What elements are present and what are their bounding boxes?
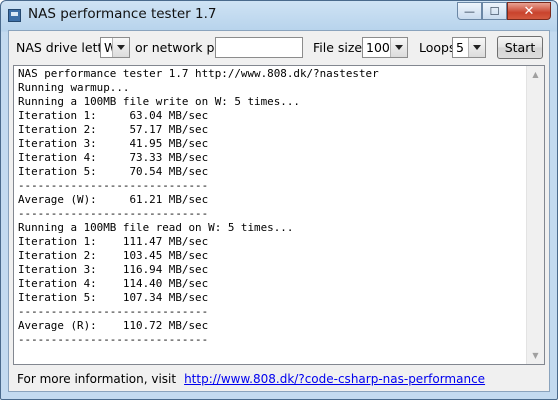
log-line: Average (W): 61.21 MB/sec — [18, 193, 209, 206]
client-area: NAS drive letter W or network path File … — [8, 30, 550, 392]
log-line: Iteration 2: 103.45 MB/sec — [18, 249, 209, 262]
log-line: ----------------------------- — [18, 207, 209, 220]
results-log: NAS performance tester 1.7 http://www.80… — [18, 67, 379, 347]
chevron-down-icon[interactable] — [390, 38, 407, 57]
start-button[interactable]: Start — [497, 36, 543, 59]
loops-label: Loops — [419, 40, 456, 55]
chevron-down-icon[interactable] — [468, 38, 485, 57]
log-line: Running warmup... — [18, 81, 130, 94]
log-line: NAS performance tester 1.7 http://www.80… — [18, 67, 379, 80]
file-size-select[interactable]: 100 — [362, 37, 408, 58]
log-line: Iteration 4: 114.40 MB/sec — [18, 277, 209, 290]
footer-info: For more information, visit http://www.80… — [17, 372, 485, 386]
info-link[interactable]: http://www.808.dk/?code-csharp-nas-perfo… — [184, 372, 485, 386]
log-line: Running a 100MB file read on W: 5 times.… — [18, 221, 294, 234]
log-line: Iteration 5: 107.34 MB/sec — [18, 291, 209, 304]
file-size-label: File size — [313, 40, 363, 55]
log-line: Iteration 1: 111.47 MB/sec — [18, 235, 209, 248]
app-icon[interactable] — [8, 9, 21, 22]
vertical-scrollbar[interactable]: ▲ ▼ — [526, 66, 544, 364]
log-line: Running a 100MB file write on W: 5 times… — [18, 95, 300, 108]
scroll-up-arrow-icon[interactable]: ▲ — [527, 66, 544, 83]
drive-letter-select[interactable]: W — [100, 37, 130, 58]
loops-select[interactable]: 5 — [452, 37, 486, 58]
minimize-button[interactable]: — — [457, 2, 482, 20]
log-line: Iteration 1: 63.04 MB/sec — [18, 109, 209, 122]
caption-buttons: — ☐ ✕ — [457, 2, 551, 20]
log-line: Iteration 3: 116.94 MB/sec — [18, 263, 209, 276]
title-bar[interactable]: NAS performance tester 1.7 — ☐ ✕ — [1, 1, 557, 29]
log-line: ----------------------------- — [18, 333, 209, 346]
file-size-value: 100 — [366, 40, 390, 55]
log-line: ----------------------------- — [18, 179, 209, 192]
loops-value: 5 — [456, 40, 464, 55]
window-title: NAS performance tester 1.7 — [28, 6, 217, 22]
log-line: Iteration 3: 41.95 MB/sec — [18, 137, 209, 150]
network-path-input[interactable] — [215, 37, 303, 58]
log-line: Iteration 2: 57.17 MB/sec — [18, 123, 209, 136]
log-line: Average (R): 110.72 MB/sec — [18, 319, 209, 332]
results-output[interactable]: NAS performance tester 1.7 http://www.80… — [13, 65, 545, 365]
app-window: NAS performance tester 1.7 — ☐ ✕ NAS dri… — [0, 0, 558, 400]
scroll-down-arrow-icon[interactable]: ▼ — [527, 347, 544, 364]
settings-toolbar: NAS drive letter W or network path File … — [9, 31, 549, 65]
close-button[interactable]: ✕ — [507, 2, 551, 20]
log-line: Iteration 4: 73.33 MB/sec — [18, 151, 209, 164]
maximize-button[interactable]: ☐ — [482, 2, 507, 20]
log-line: ----------------------------- — [18, 305, 209, 318]
footer-info-text: For more information, visit — [17, 372, 177, 386]
log-line: Iteration 5: 70.54 MB/sec — [18, 165, 209, 178]
chevron-down-icon[interactable] — [112, 38, 129, 57]
